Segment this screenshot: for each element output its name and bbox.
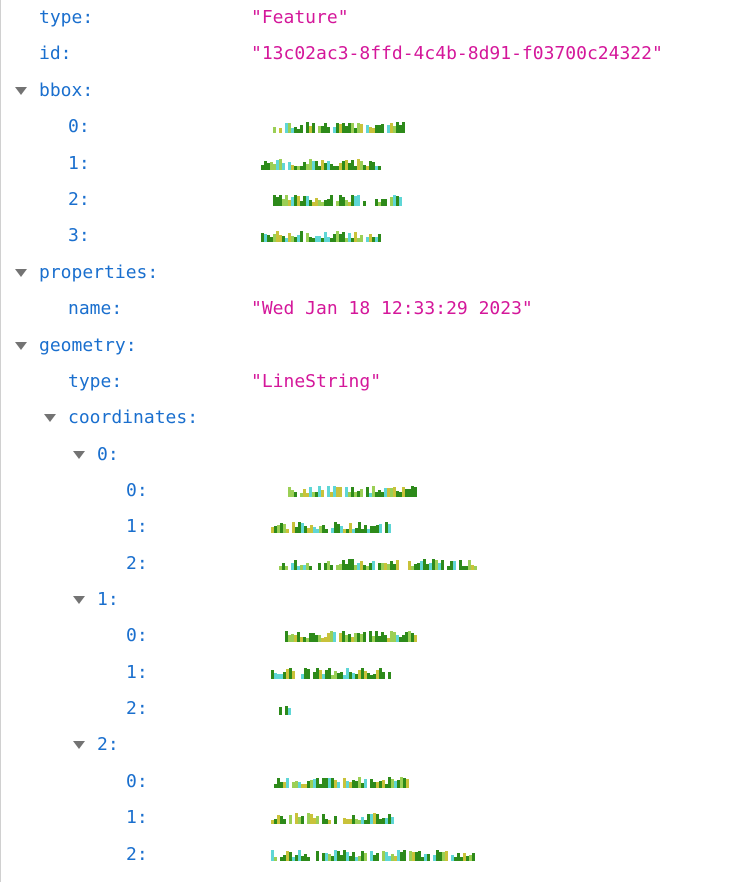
chevron-down-icon[interactable] (73, 596, 85, 604)
redacted-number (279, 704, 294, 715)
chevron-down-icon[interactable] (44, 414, 56, 422)
json-row-coordinates[interactable]: coordinates: (1, 400, 729, 436)
bbox-item: 2: (1, 182, 729, 218)
json-string-value: "LineString" (251, 371, 382, 392)
json-key: 0: (126, 480, 148, 501)
json-key: 1: (126, 662, 148, 683)
chevron-down-icon[interactable] (15, 269, 27, 277)
json-key: bbox: (39, 80, 94, 101)
redacted-number (261, 159, 381, 170)
json-key: 1: (126, 516, 148, 537)
chevron-down-icon[interactable] (15, 87, 27, 95)
coordinate-value: 1: (1, 800, 729, 836)
coordinate-value: 0: (1, 764, 729, 800)
coordinate-value: 2: (1, 546, 729, 582)
coordinate-value: 2: (1, 837, 729, 873)
json-string-value: "Wed Jan 18 12:33:29 2023" (251, 298, 533, 319)
json-key: 1: (126, 807, 148, 828)
json-string-value: "13c02ac3-8ffd-4c4b-8d91-f03700c24322" (251, 43, 663, 64)
json-row-properties[interactable]: properties: (1, 255, 729, 291)
redacted-number (271, 777, 409, 788)
coordinate-value: 1: (1, 509, 729, 545)
redacted-number (285, 631, 417, 642)
coordinate-value: 2: (1, 691, 729, 727)
json-key: 1: (97, 589, 119, 610)
coordinate-value: 0: (1, 618, 729, 654)
redacted-number (285, 486, 417, 497)
redacted-number (261, 231, 381, 242)
chevron-down-icon[interactable] (15, 342, 27, 350)
bbox-item: 0: (1, 109, 729, 145)
bbox-item: 1: (1, 146, 729, 182)
json-row-geometry[interactable]: geometry: (1, 328, 729, 364)
bbox-item: 3: (1, 218, 729, 254)
coordinate-point[interactable]: 1: (1, 582, 729, 618)
json-key: coordinates: (68, 407, 199, 428)
redacted-number (279, 559, 477, 570)
json-key: 0: (126, 625, 148, 646)
json-key: id: (39, 43, 72, 64)
coordinate-value: 1: (1, 655, 729, 691)
redacted-number (271, 522, 391, 533)
json-key: 0: (68, 116, 90, 137)
json-key: 1: (68, 153, 90, 174)
coordinate-value: 0: (1, 473, 729, 509)
redacted-number (273, 122, 408, 133)
json-key: 2: (68, 189, 90, 210)
redacted-number (273, 195, 405, 206)
json-key: type: (68, 371, 123, 392)
json-key: 2: (126, 698, 148, 719)
json-viewer: type: "Feature" id: "13c02ac3-8ffd-4c4b-… (0, 0, 728, 882)
json-key: geometry: (39, 335, 137, 356)
json-row-bbox[interactable]: bbox: (1, 73, 729, 109)
coordinate-point[interactable]: 2: (1, 727, 729, 763)
redacted-number (271, 850, 475, 861)
json-key: 2: (126, 553, 148, 574)
json-key: type: (39, 7, 94, 28)
json-key: 0: (97, 444, 119, 465)
json-string-value: "Feature" (251, 7, 349, 28)
json-row-type: type: "Feature" (1, 0, 729, 36)
json-key: 2: (97, 734, 119, 755)
json-key: 2: (126, 844, 148, 865)
redacted-number (271, 668, 391, 679)
json-key: properties: (39, 262, 159, 283)
redacted-number (271, 813, 394, 824)
json-key: 0: (126, 771, 148, 792)
json-key: name: (68, 298, 123, 319)
json-row-id: id: "13c02ac3-8ffd-4c4b-8d91-f03700c2432… (1, 36, 729, 72)
json-key: 3: (68, 225, 90, 246)
chevron-down-icon[interactable] (73, 741, 85, 749)
coordinate-point[interactable]: 0: (1, 437, 729, 473)
json-row-geometry-type: type: "LineString" (1, 364, 729, 400)
json-row-name: name: "Wed Jan 18 12:33:29 2023" (1, 291, 729, 327)
chevron-down-icon[interactable] (73, 451, 85, 459)
